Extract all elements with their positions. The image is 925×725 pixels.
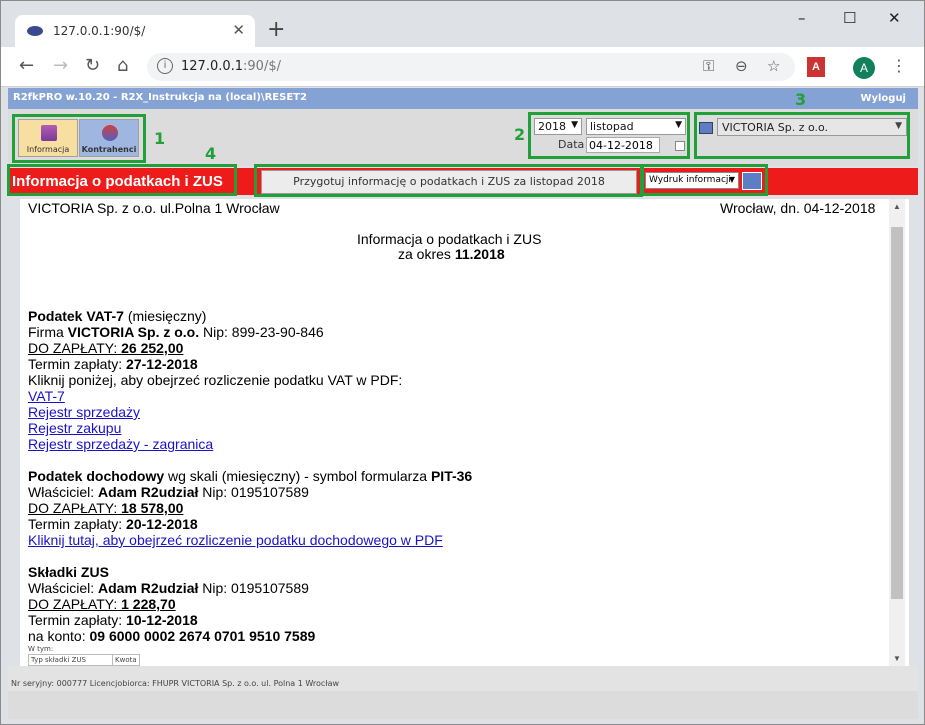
chevron-down-icon: ▼ <box>728 175 735 184</box>
browser-toolbar: ← → ↻ ⌂ i 127.0.0.1:90/$/ ⚿ ⊖ ☆ A A ⋮ <box>1 47 924 87</box>
building-icon <box>699 122 713 134</box>
app-title-bar: R2fkPRO w.10.20 - R2X_Instrukcja na (loc… <box>8 88 918 109</box>
minimize-button[interactable]: – <box>798 9 806 27</box>
annotation-box-1 <box>12 114 146 163</box>
print-select[interactable]: Wydruk informacji ▼ <box>645 172 739 189</box>
profile-avatar[interactable]: A <box>853 57 875 79</box>
vat-due: DO ZAPŁATY: 26 252,00 <box>28 340 184 356</box>
income-owner: Właściciel: Adam R2udział Nip: 019510758… <box>28 484 309 500</box>
home-icon[interactable]: ⌂ <box>117 55 128 76</box>
tab-title: 127.0.0.1:90/$/ <box>53 24 146 38</box>
report-period: za okres 11.2018 <box>398 246 505 262</box>
zus-col-type: Typ składki ZUS <box>29 655 113 665</box>
bottom-area <box>8 691 918 719</box>
income-term: Termin zapłaty: 20-12-2018 <box>28 516 198 532</box>
month-select[interactable]: listopad ▼ <box>586 118 686 135</box>
chevron-down-icon: ▼ <box>675 120 682 130</box>
report-title: Informacja o podatkach i ZUS <box>357 231 542 247</box>
vat-heading: Podatek VAT-7 (miesięczny) <box>28 308 207 324</box>
app-title: R2fkPRO w.10.20 - R2X_Instrukcja na (loc… <box>13 92 307 103</box>
pdf-extension-icon[interactable]: A <box>807 57 825 77</box>
bookmark-star-icon[interactable]: ☆ <box>767 57 780 75</box>
close-window-button[interactable]: ✕ <box>888 9 901 27</box>
reload-icon[interactable]: ↻ <box>85 55 100 76</box>
vat7-link[interactable]: VAT-7 <box>28 388 65 404</box>
date-checkbox[interactable] <box>675 141 685 151</box>
logout-link[interactable]: Wyloguj <box>860 93 906 104</box>
annotation-number-1: 1 <box>154 129 166 148</box>
key-icon[interactable]: ⚿ <box>703 57 714 75</box>
report-header-right: Wrocław, dn. 04-12-2018 <box>720 200 876 216</box>
scroll-thumb[interactable] <box>891 227 903 599</box>
browser-window: 127.0.0.1:90/$/ ✕ + – ☐ ✕ ← → ↻ ⌂ i 127.… <box>0 0 925 725</box>
foreign-sales-register-link[interactable]: Rejestr sprzedaży - zagranica <box>28 436 213 452</box>
prepare-info-button[interactable]: Przygotuj informację o podatkach i ZUS z… <box>261 170 637 194</box>
annotation-number-4: 4 <box>205 144 217 163</box>
zus-due: DO ZAPŁATY: 1 228,70 <box>28 596 176 612</box>
tab-strip: 127.0.0.1:90/$/ ✕ + – ☐ ✕ <box>1 1 924 47</box>
maximize-button[interactable]: ☐ <box>843 9 856 27</box>
income-pdf-link[interactable]: Kliknij tutaj, aby obejrzeć rozliczenie … <box>28 532 443 548</box>
sales-register-link[interactable]: Rejestr sprzedaży <box>28 404 140 420</box>
zus-in-that-label: W tym: <box>28 645 54 653</box>
vat-pdf-hint: Kliknij poniżej, aby obejrzeć rozliczeni… <box>28 372 403 388</box>
address-bar[interactable]: i 127.0.0.1:90/$/ ⚿ ⊖ ☆ <box>147 53 795 81</box>
annotation-number-3: 3 <box>795 90 807 109</box>
printer-icon[interactable] <box>742 172 762 190</box>
year-select[interactable]: 2018 ▼ <box>534 118 582 135</box>
browser-tab[interactable]: 127.0.0.1:90/$/ ✕ <box>15 15 255 47</box>
report-header-left: VICTORIA Sp. z o.o. ul.Polna 1 Wrocław <box>28 200 280 216</box>
vertical-scrollbar[interactable]: ▲ ▼ <box>889 199 905 666</box>
site-favicon-icon <box>27 26 43 36</box>
page-title: Informacja o podatkach i ZUS <box>12 173 223 190</box>
scroll-down-icon[interactable]: ▼ <box>893 654 901 663</box>
menu-dots-icon[interactable]: ⋮ <box>891 56 907 75</box>
income-due: DO ZAPŁATY: 18 578,00 <box>28 500 184 516</box>
income-heading: Podatek dochodowy wg skali (miesięczny) … <box>28 468 473 484</box>
date-field[interactable]: 04-12-2018 <box>586 137 660 153</box>
annotation-number-2: 2 <box>514 125 526 144</box>
zus-owner: Właściciel: Adam R2udział Nip: 019510758… <box>28 580 309 596</box>
zus-col-amount: Kwota <box>115 656 137 664</box>
chevron-down-icon: ▼ <box>895 121 902 131</box>
vat-term: Termin zapłaty: 27-12-2018 <box>28 356 198 372</box>
zus-table-header: Typ składki ZUS Kwota <box>28 654 140 666</box>
company-select[interactable]: VICTORIA Sp. z o.o. ▼ <box>717 118 907 136</box>
date-label: Data <box>558 138 585 151</box>
scroll-up-icon[interactable]: ▲ <box>893 202 901 211</box>
url-text: 127.0.0.1:90/$/ <box>181 59 281 74</box>
back-arrow-icon[interactable]: ← <box>19 55 34 76</box>
zus-heading: Składki ZUS <box>28 564 109 580</box>
chevron-down-icon: ▼ <box>571 120 578 130</box>
forward-arrow-icon[interactable]: → <box>53 55 68 76</box>
status-footer: Nr seryjny: 000777 Licencjobiorca: FHUPR… <box>8 675 918 691</box>
info-icon[interactable]: i <box>157 58 173 74</box>
new-tab-button[interactable]: + <box>267 17 285 42</box>
content-bottom-strip <box>8 666 918 675</box>
purchase-register-link[interactable]: Rejestr zakupu <box>28 420 121 436</box>
vat-firm: Firma VICTORIA Sp. z o.o. Nip: 899-23-90… <box>28 324 324 340</box>
tab-close-icon[interactable]: ✕ <box>232 21 245 39</box>
zus-term: Termin zapłaty: 10-12-2018 <box>28 612 198 628</box>
zoom-icon[interactable]: ⊖ <box>735 57 748 75</box>
zus-account: na konto: 09 6000 0002 2674 0701 9510 75… <box>28 628 316 644</box>
